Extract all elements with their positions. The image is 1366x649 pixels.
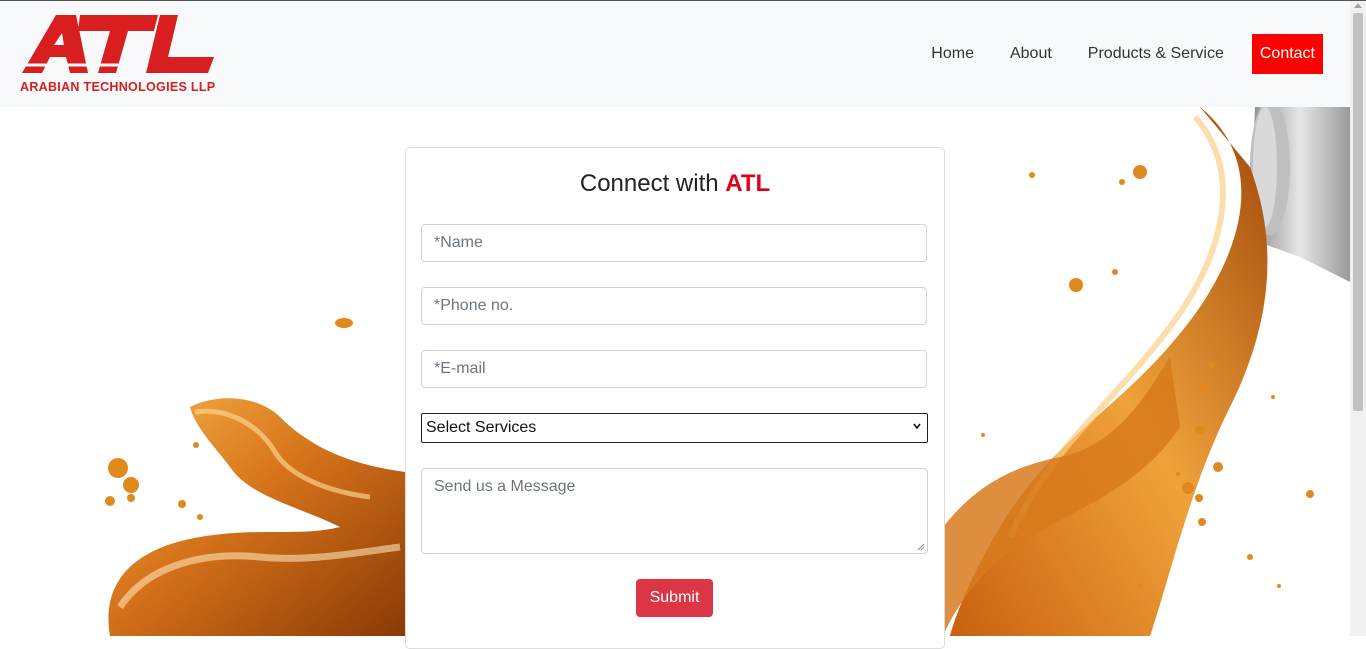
chevron-down-icon [913, 423, 921, 430]
message-textarea[interactable]: Send us a Message [421, 468, 928, 554]
message-placeholder: Send us a Message [434, 478, 576, 495]
nav-contact[interactable]: Contact [1251, 34, 1323, 74]
contact-form-card: Connect with ATL Select Services Send us… [405, 147, 945, 649]
services-select[interactable]: Select Services [421, 413, 928, 443]
email-input[interactable] [421, 350, 927, 388]
nav-products-service[interactable]: Products & Service [1070, 34, 1242, 74]
page-scrollbar[interactable] [1350, 1, 1366, 636]
scroll-up-icon[interactable] [1354, 3, 1362, 8]
form-title-prefix: Connect with [579, 170, 726, 197]
form-title-brand: ATL [725, 170, 771, 197]
main-nav: Home About Products & Service Contact [913, 34, 1323, 74]
navbar: ARABIAN TECHNOLOGIES LLP Home About Prod… [0, 1, 1350, 107]
resize-handle-icon[interactable] [917, 543, 925, 551]
phone-input[interactable] [421, 287, 927, 325]
nav-home[interactable]: Home [913, 34, 992, 74]
form-title: Connect with ATL [406, 170, 944, 198]
nav-about[interactable]: About [992, 34, 1070, 74]
company-name: ARABIAN TECHNOLOGIES LLP [20, 80, 216, 94]
submit-button[interactable]: Submit [636, 579, 713, 617]
logo-mark-icon [18, 15, 214, 73]
name-input[interactable] [421, 224, 927, 262]
services-select-value: Select Services [426, 419, 537, 436]
scrollbar-thumb[interactable] [1353, 13, 1363, 411]
